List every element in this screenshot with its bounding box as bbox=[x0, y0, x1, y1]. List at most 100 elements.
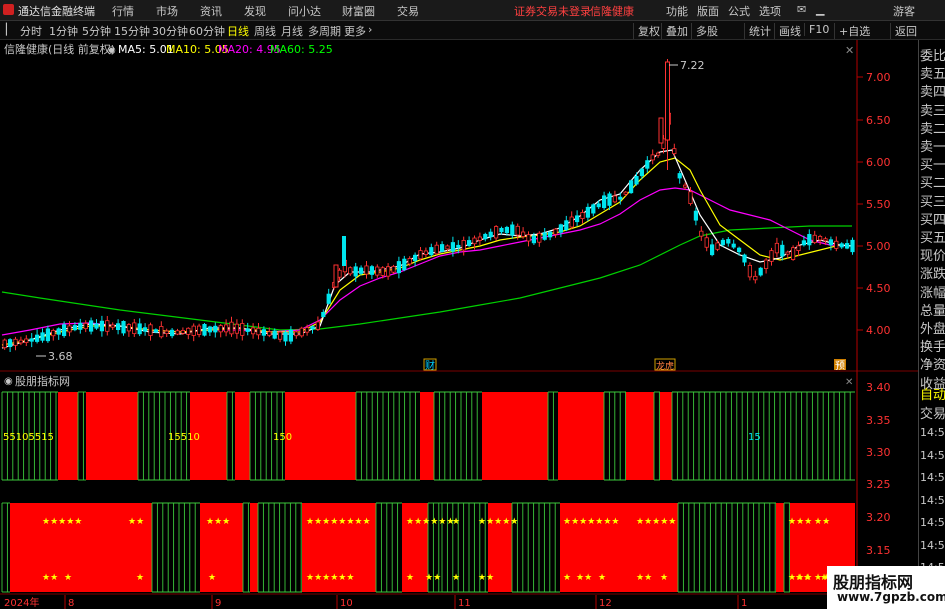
side-panel-item[interactable]: 卖五 bbox=[920, 63, 945, 81]
legend-toggle-icon[interactable]: ◉ bbox=[107, 45, 116, 56]
candle-body bbox=[321, 311, 326, 318]
f10-button[interactable]: F10 bbox=[804, 23, 829, 36]
kline-chart-area[interactable]: 信隆健康(日线 前复权) ◉ MA5: 5.01 MA10: 5.05 MA20… bbox=[0, 40, 918, 609]
side-panel-item[interactable]: 外盘 bbox=[920, 318, 945, 336]
candle-body bbox=[699, 230, 704, 237]
tab-period-more[interactable]: 更多 bbox=[344, 23, 366, 39]
side-panel-item[interactable]: 现价 bbox=[920, 245, 945, 263]
statistics-button[interactable]: 统计 bbox=[744, 23, 771, 39]
y-tick-5.50: 5.50 bbox=[866, 198, 891, 211]
indicator-toggle-icon[interactable]: ◉ bbox=[4, 376, 13, 387]
candle-body bbox=[715, 242, 720, 250]
restore-rights-button[interactable]: 复权 bbox=[633, 23, 660, 39]
star-signal: ★★ bbox=[795, 573, 811, 583]
menu-item-wealth-circle[interactable]: 财富圈 bbox=[342, 3, 375, 19]
side-panel-item[interactable]: 净资 bbox=[920, 354, 945, 372]
candle-body bbox=[142, 327, 148, 332]
star-signal: ★★ bbox=[636, 573, 652, 583]
side-panel-item[interactable]: 换手 bbox=[920, 336, 945, 354]
side-panel-item[interactable]: 14:56 bbox=[920, 426, 945, 444]
side-panel-item[interactable]: 涨跌 bbox=[920, 263, 945, 281]
user-label[interactable]: 游客 bbox=[893, 3, 915, 19]
signal-red-band bbox=[58, 392, 78, 480]
side-panel-item[interactable]: 交易 bbox=[920, 403, 945, 421]
tab-period-5min[interactable]: 5分钟 bbox=[82, 23, 111, 39]
tab-period-30min[interactable]: 30分钟 bbox=[152, 23, 188, 39]
x-label-aug: 8 bbox=[68, 598, 74, 609]
candle-body bbox=[202, 324, 207, 336]
candle-body bbox=[380, 267, 385, 276]
login-notice[interactable]: 证券交易未登录 bbox=[514, 3, 591, 19]
candle-body bbox=[342, 236, 346, 266]
draw-line-button[interactable]: 画线 bbox=[774, 23, 801, 39]
menu-item-formula[interactable]: 公式 bbox=[728, 3, 750, 19]
candle-body bbox=[780, 244, 785, 257]
side-panel-item[interactable]: 14:56 bbox=[920, 539, 945, 557]
candle-body bbox=[159, 326, 164, 338]
period-toolbar: ▏ 分时 1分钟 5分钟 15分钟 30分钟 60分钟 日线 周线 月线 多周期… bbox=[0, 21, 945, 40]
side-panel-item[interactable]: 委比 bbox=[920, 45, 945, 63]
tab-period-60min[interactable]: 60分钟 bbox=[189, 23, 225, 39]
side-panel-item[interactable]: 卖三 bbox=[920, 100, 945, 118]
toolbar-left-arrow-icon[interactable]: ▏ bbox=[6, 23, 14, 36]
menu-item-discover[interactable]: 发现 bbox=[244, 3, 266, 19]
tab-period-monthly[interactable]: 月线 bbox=[281, 23, 303, 39]
menu-item-assistant[interactable]: 问小达 bbox=[288, 3, 321, 19]
menu-item-market[interactable]: 市场 bbox=[156, 3, 178, 19]
candle-body bbox=[333, 264, 339, 288]
forecast-marker[interactable]: 预 bbox=[835, 360, 845, 372]
candle-body bbox=[758, 267, 763, 276]
tab-period-timeshare[interactable]: 分时 bbox=[20, 23, 42, 39]
side-panel-item[interactable]: 14:56 bbox=[920, 471, 945, 489]
menu-item-quotes[interactable]: 行情 bbox=[112, 3, 134, 19]
menu-item-layout[interactable]: 版面 bbox=[697, 3, 719, 19]
side-panel-item[interactable]: 买五 bbox=[920, 227, 945, 245]
star-signal: ★ bbox=[452, 517, 460, 527]
tab-period-daily[interactable]: 日线 bbox=[227, 23, 249, 39]
candle-body bbox=[612, 195, 618, 203]
tab-period-weekly[interactable]: 周线 bbox=[254, 23, 276, 39]
menu-item-trade[interactable]: 交易 bbox=[397, 3, 419, 19]
minimize-icon[interactable]: ▁ bbox=[816, 3, 824, 16]
indicator-close-icon[interactable]: ✕ bbox=[845, 377, 853, 388]
side-panel-item[interactable]: 卖四 bbox=[920, 81, 945, 99]
add-watchlist-button[interactable]: +自选 bbox=[834, 23, 870, 39]
multi-stock-button[interactable]: 多股 bbox=[691, 23, 718, 39]
side-panel-item[interactable]: 自动 bbox=[920, 384, 945, 402]
candle-body bbox=[828, 239, 834, 246]
tab-period-multi[interactable]: 多周期 bbox=[308, 23, 341, 39]
signal-red-band bbox=[86, 392, 138, 480]
dragon-tiger-marker[interactable]: 龙虎 bbox=[656, 360, 674, 372]
candle-body bbox=[45, 328, 51, 342]
candle-body bbox=[429, 247, 434, 256]
side-panel-item[interactable]: 涨幅 bbox=[920, 282, 945, 300]
side-panel-item[interactable]: 14:56 bbox=[920, 516, 945, 534]
side-panel-item[interactable]: 买一 bbox=[920, 154, 945, 172]
menu-item-function[interactable]: 功能 bbox=[666, 3, 688, 19]
side-panel-item[interactable]: 买四 bbox=[920, 209, 945, 227]
panel-close-icon[interactable]: ✕ bbox=[845, 44, 854, 57]
side-panel-item[interactable]: 买三 bbox=[920, 191, 945, 209]
side-panel-item[interactable]: 买二 bbox=[920, 172, 945, 190]
candle-body bbox=[110, 324, 115, 328]
overlay-button[interactable]: 叠加 bbox=[661, 23, 688, 39]
y-tick-6.50: 6.50 bbox=[866, 114, 891, 127]
side-panel-item[interactable]: 卖一 bbox=[920, 136, 945, 154]
candle-body bbox=[402, 258, 407, 271]
menu-item-news[interactable]: 资讯 bbox=[200, 3, 222, 19]
side-panel-item[interactable]: 14:56 bbox=[920, 494, 945, 512]
main-y-ticks: 7.00 6.50 6.00 5.50 5.00 4.50 4.00 bbox=[857, 71, 891, 337]
finance-marker[interactable]: 财 bbox=[425, 359, 435, 372]
back-button[interactable]: 返回 bbox=[890, 23, 917, 39]
candle-body bbox=[250, 327, 256, 335]
side-panel-item[interactable]: 14:56 bbox=[920, 449, 945, 467]
more-chevron-icon[interactable]: › bbox=[368, 23, 372, 36]
signal-red-band bbox=[235, 392, 250, 480]
side-panel-item[interactable]: 卖二 bbox=[920, 118, 945, 136]
menu-item-options[interactable]: 选项 bbox=[759, 3, 781, 19]
side-panel-item[interactable]: 总量 bbox=[920, 300, 945, 318]
candle-body bbox=[137, 323, 142, 335]
mail-icon[interactable]: ✉ bbox=[797, 3, 806, 16]
tab-period-15min[interactable]: 15分钟 bbox=[114, 23, 150, 39]
tab-period-1min[interactable]: 1分钟 bbox=[49, 23, 78, 39]
